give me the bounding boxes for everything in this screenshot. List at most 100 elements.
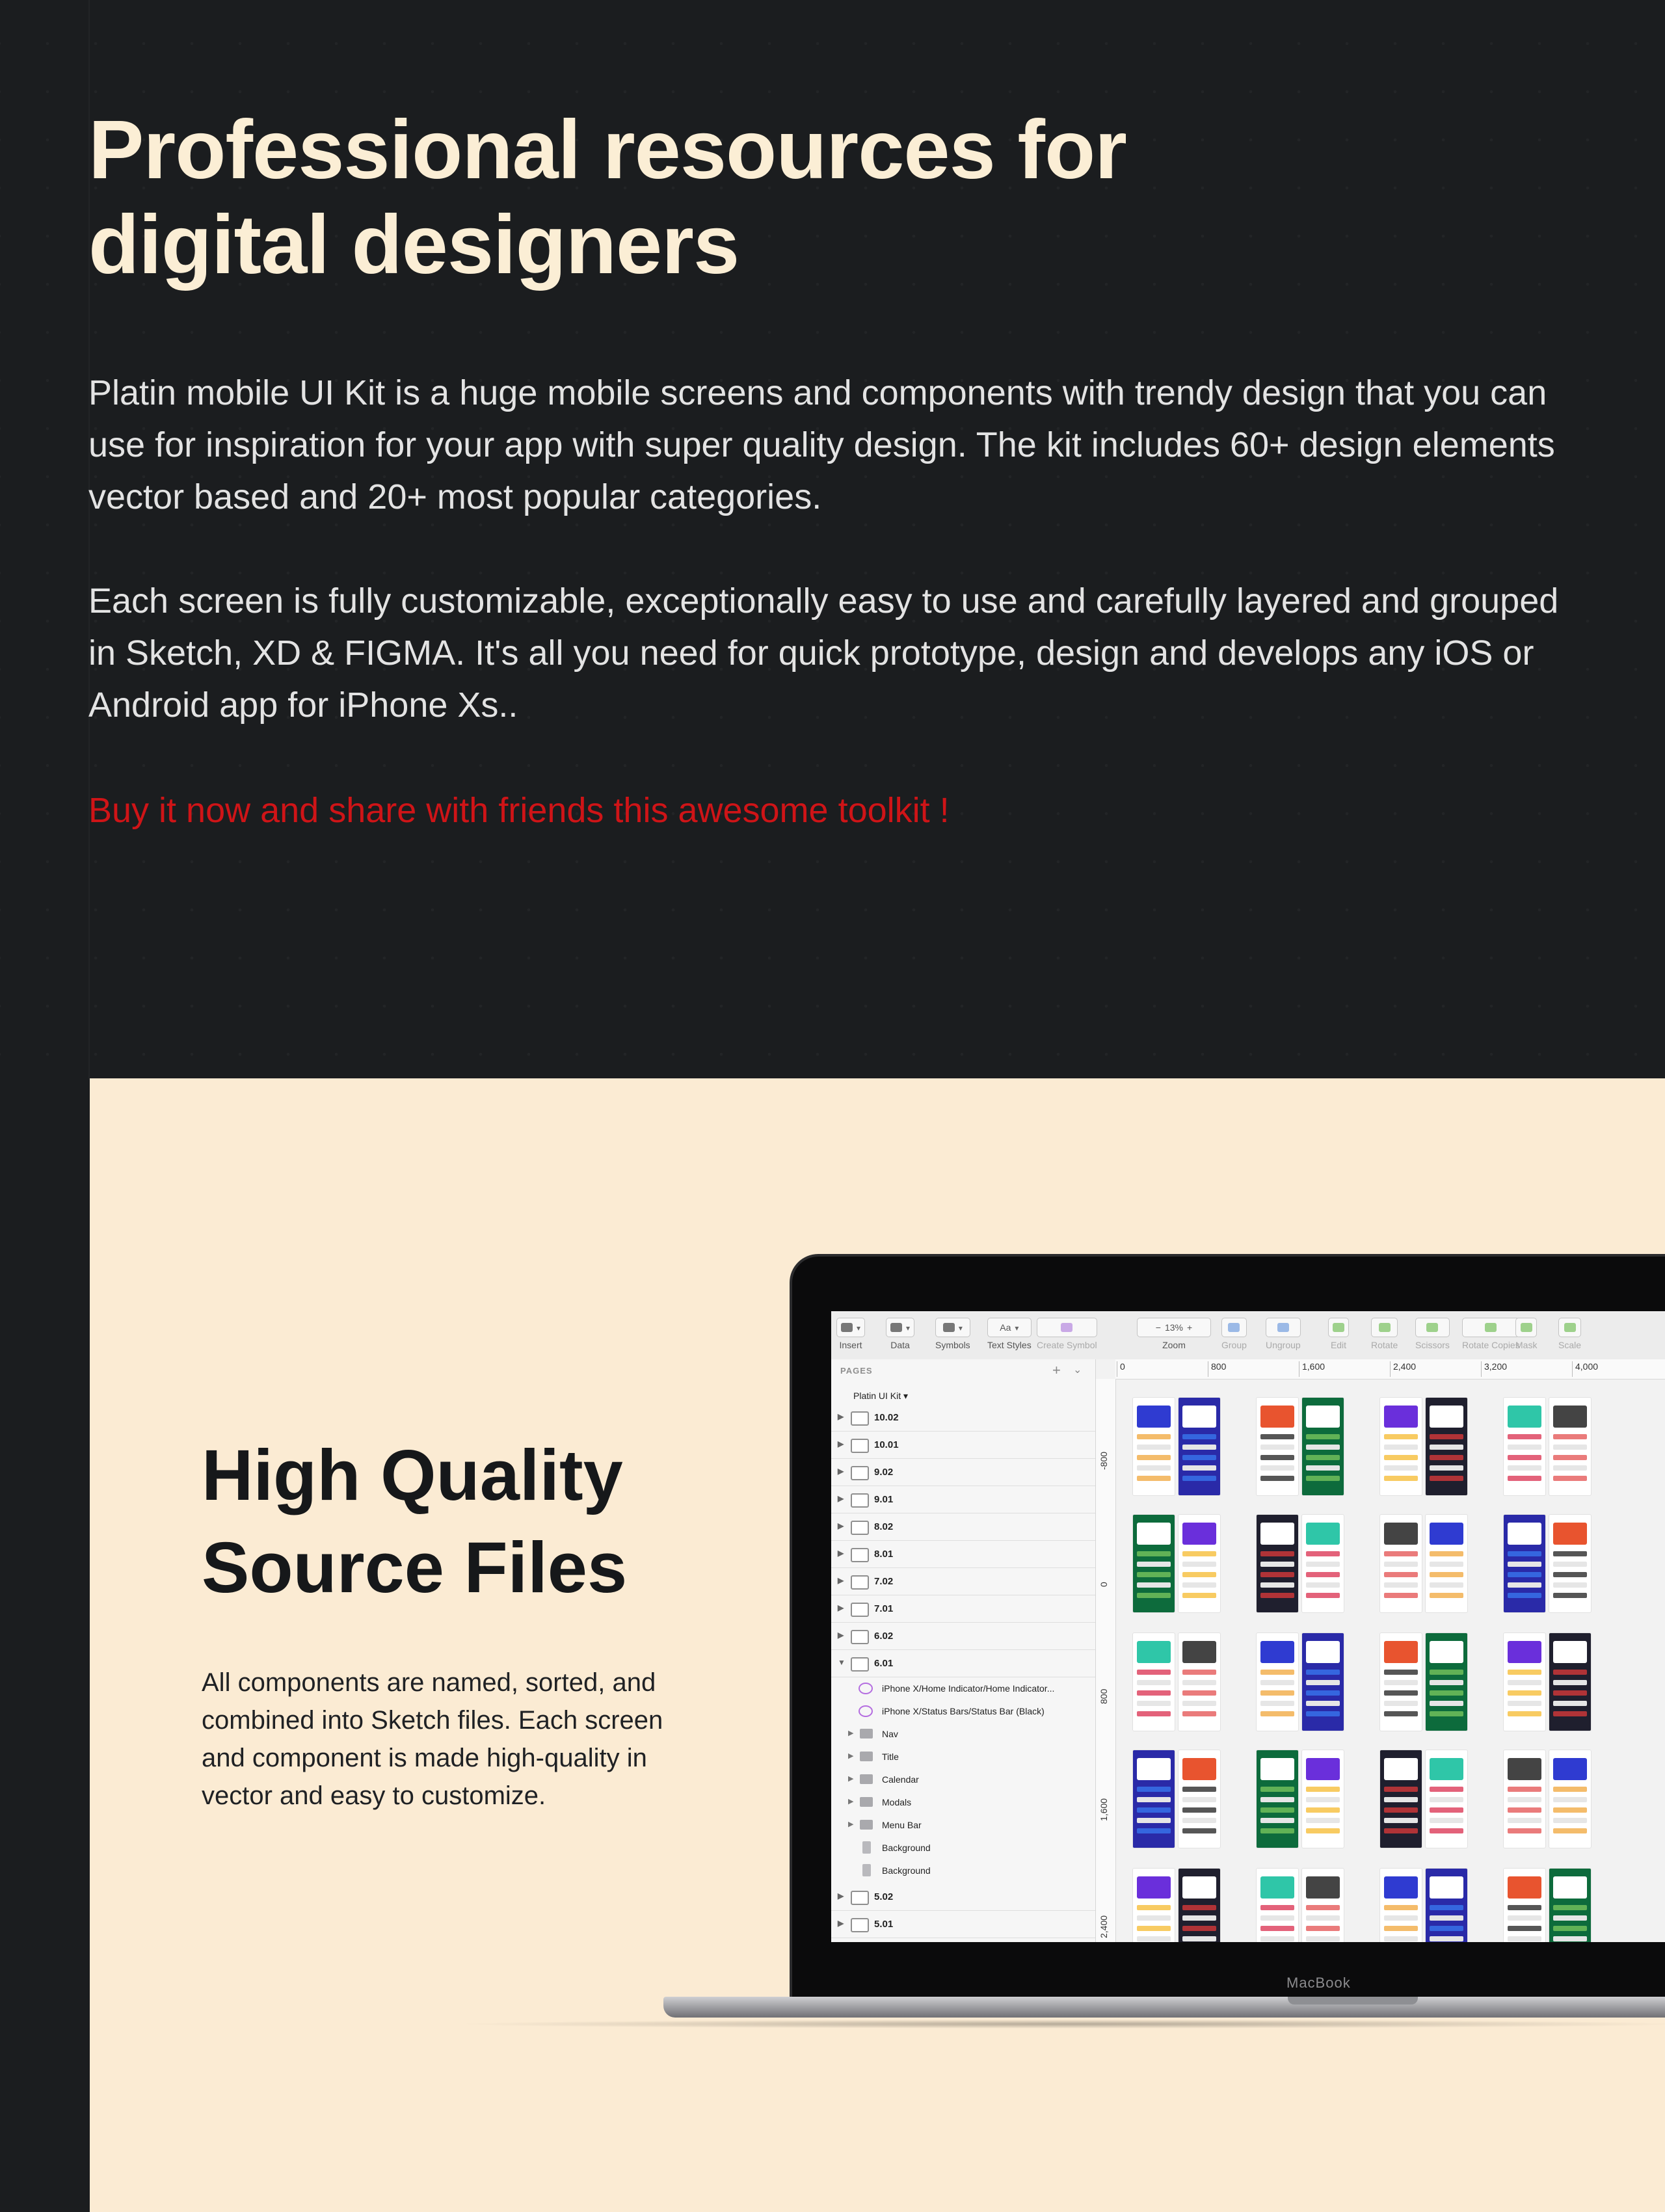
disclosure-closed-icon[interactable]: ▶ [848,1797,853,1806]
artboard-thumbnail[interactable] [1425,1514,1468,1613]
artboard-thumbnail[interactable] [1379,1632,1422,1731]
page-item[interactable]: ▶ 9.01 [831,1487,1095,1513]
artboard-thumbnail[interactable] [1549,1632,1592,1731]
page-item[interactable]: ▶ 5.01 [831,1912,1095,1938]
artboard-thumbnail[interactable] [1132,1514,1175,1613]
disclosure-closed-icon[interactable]: ▶ [838,1439,844,1448]
page-item[interactable]: ▶ 6.02 [831,1623,1095,1650]
layer-item[interactable]: iPhone X/Status Bars/Status Bar (Black) [831,1701,1095,1723]
artboard-thumbnail[interactable] [1379,1397,1422,1496]
artboard-thumbnail[interactable] [1256,1514,1299,1613]
toolbar-insert-button[interactable]: Insert [836,1318,866,1350]
disclosure-closed-icon[interactable]: ▶ [848,1774,853,1783]
sketch-canvas[interactable]: 0 800 1,600 2,400 3,200 4,000 -800 0 800 1,600 2,… [1096,1359,1665,1942]
document-name[interactable]: Platin UI Kit ▾ [853,1391,908,1402]
layer-item[interactable]: ▶ Modals [831,1792,1095,1814]
page-item[interactable]: ▶ 8.02 [831,1514,1095,1541]
artboard-thumbnail[interactable] [1178,1397,1221,1496]
toolbar-group-button[interactable]: Group [1221,1318,1247,1350]
layer-item[interactable]: Background [831,1860,1095,1882]
toolbar-rotate-button[interactable]: Rotate [1371,1318,1398,1350]
layer-item[interactable]: ▶ Calendar [831,1769,1095,1791]
disclosure-closed-icon[interactable]: ▶ [838,1631,844,1640]
page-item[interactable]: ▶ 9.02 [831,1459,1095,1486]
artboard-thumbnail[interactable] [1549,1750,1592,1848]
disclosure-closed-icon[interactable]: ▶ [848,1752,853,1760]
disclosure-closed-icon[interactable]: ▶ [838,1412,844,1421]
artboard-content-row [1260,1915,1294,1921]
artboard-thumbnail[interactable] [1256,1632,1299,1731]
layer-item[interactable]: iPhone X/Home Indicator/Home Indicator..… [831,1678,1095,1700]
disclosure-closed-icon[interactable]: ▶ [838,1467,844,1476]
artboard-thumbnail[interactable] [1178,1750,1221,1848]
layer-item[interactable]: ▶ Nav [831,1724,1095,1746]
chevron-down-icon [857,1322,860,1333]
artboard-thumbnail[interactable] [1379,1750,1422,1848]
artboard-thumbnail[interactable] [1379,1868,1422,1942]
disclosure-closed-icon[interactable]: ▶ [838,1576,844,1585]
artboard-thumbnail[interactable] [1379,1514,1422,1613]
artboard-thumbnail[interactable] [1503,1868,1546,1942]
artboard-thumbnail[interactable] [1425,1750,1468,1848]
disclosure-closed-icon[interactable]: ▶ [838,1603,844,1612]
artboard-thumbnail[interactable] [1503,1514,1546,1613]
artboard-thumbnail[interactable] [1503,1750,1546,1848]
artboard-thumbnail[interactable] [1178,1514,1221,1613]
artboard-thumbnail[interactable] [1503,1632,1546,1731]
artboard-thumbnail[interactable] [1549,1397,1592,1496]
artboard-thumbnail[interactable] [1256,1750,1299,1848]
artboard-thumbnail[interactable] [1503,1397,1546,1496]
disclosure-closed-icon[interactable]: ▶ [838,1521,844,1530]
page-item[interactable]: ▶ 10.01 [831,1432,1095,1459]
page-item[interactable]: ▶ 10.02 [831,1405,1095,1432]
disclosure-closed-icon[interactable]: ▶ [838,1891,844,1900]
artboard-thumbnail[interactable] [1178,1632,1221,1731]
disclosure-closed-icon[interactable]: ▶ [848,1729,853,1737]
disclosure-closed-icon[interactable]: ▶ [838,1919,844,1928]
artboard-thumbnail[interactable] [1132,1632,1175,1731]
toolbar-symbols-button[interactable]: Symbols [935,1318,970,1350]
layer-item[interactable]: ▶ Menu Bar [831,1815,1095,1837]
page-item[interactable]: ▶ 7.01 [831,1596,1095,1623]
toolbar-mask-button[interactable]: Mask [1515,1318,1538,1350]
toolbar-ungroup-button[interactable]: Ungroup [1266,1318,1301,1350]
add-page-icon[interactable]: + [1052,1362,1061,1379]
toolbar-scissors-button[interactable]: Scissors [1415,1318,1450,1350]
toolbar-text-styles-button[interactable]: Aa Text Styles [987,1318,1032,1350]
artboard-thumbnail[interactable] [1132,1750,1175,1848]
layer-item[interactable]: ▶ Title [831,1746,1095,1768]
artboard-thumbnail[interactable] [1301,1750,1344,1848]
artboard-thumbnail[interactable] [1256,1397,1299,1496]
toolbar-data-button[interactable]: Data [886,1318,915,1350]
artboard-thumbnail[interactable] [1301,1632,1344,1731]
disclosure-closed-icon[interactable]: ▶ [838,1494,844,1503]
page-item[interactable]: ▶ 5.02 [831,1884,1095,1911]
page-item[interactable]: ▼ 6.01 [831,1651,1095,1677]
artboard-thumbnail[interactable] [1301,1868,1344,1942]
artboard-thumbnail[interactable] [1178,1868,1221,1942]
artboard-thumbnail[interactable] [1425,1868,1468,1942]
chevron-down-icon [906,1322,910,1333]
artboard-thumbnail[interactable] [1425,1397,1468,1496]
page-item[interactable]: ▶ 7.02 [831,1569,1095,1595]
artboard-thumbnail[interactable] [1132,1397,1175,1496]
layer-item[interactable]: Background [831,1837,1095,1859]
artboard-thumbnail[interactable] [1549,1514,1592,1613]
chevron-down-icon[interactable]: ⌄ [1073,1363,1082,1376]
artboard-thumbnail[interactable] [1549,1868,1592,1942]
toolbar-scale-button[interactable]: Scale [1558,1318,1582,1350]
disclosure-closed-icon[interactable]: ▶ [838,1549,844,1558]
disclosure-open-icon[interactable]: ▼ [838,1658,846,1667]
artboard-thumbnail[interactable] [1301,1397,1344,1496]
toolbar-create-symbol-button[interactable]: Create Symbol [1037,1318,1097,1350]
artboard-thumbnail[interactable] [1425,1632,1468,1731]
toolbar-edit-button[interactable]: Edit [1328,1318,1349,1350]
artboard-thumbnail[interactable] [1301,1514,1344,1613]
artboard-content-row [1306,1465,1340,1471]
toolbar-zoom-button[interactable]: −13% + Zoom [1137,1318,1211,1350]
artboard-thumbnail[interactable] [1132,1868,1175,1942]
disclosure-closed-icon[interactable]: ▶ [848,1820,853,1828]
toolbar-rotate-copies-button[interactable]: Rotate Copies [1462,1318,1520,1350]
artboard-thumbnail[interactable] [1256,1868,1299,1942]
page-item[interactable]: ▶ 8.01 [831,1541,1095,1568]
